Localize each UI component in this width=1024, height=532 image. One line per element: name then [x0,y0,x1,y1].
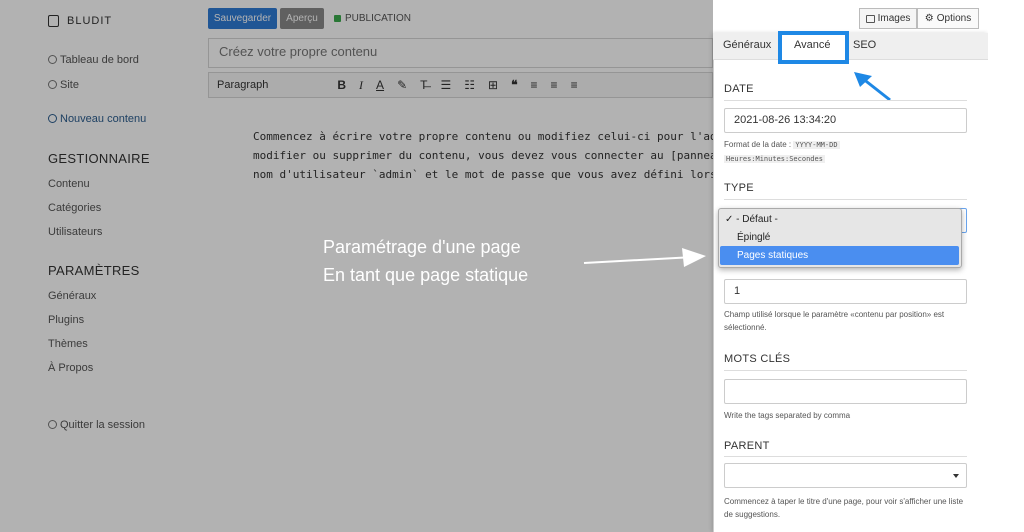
date-label: DATE [724,83,754,95]
parent-help: Commencez à taper le titre d'une page, p… [724,497,964,519]
images-label: Images [877,13,911,24]
image-icon [865,14,875,23]
help-code: Heures:Minutes:Secondes [724,155,825,163]
type-option-default[interactable]: ✓ - Défaut - [725,214,778,225]
keywords-input[interactable] [724,379,967,404]
help-code: YYYY-MM-DD [793,141,840,149]
annotation-line: Paramétrage d'une page [323,237,521,257]
parent-label: PARENT [724,440,770,452]
annotation-line: En tant que page statique [323,265,529,285]
options-button[interactable]: ⚙ Options [917,8,979,29]
annotation-arrow-icon [583,248,706,267]
position-input[interactable]: 1 [724,279,967,304]
keywords-help: Write the tags separated by comma [724,411,851,420]
help-text: Format de la date : [724,140,792,149]
divider [724,199,967,200]
page-margin [988,0,1024,532]
position-help: Champ utilisé lorsque le paramètre «cont… [724,310,945,332]
divider [724,456,967,457]
tab-seo[interactable]: SEO [853,39,876,51]
date-help: Format de la date : YYYY-MM-DD Heures:Min… [724,138,967,166]
options-label: Options [936,13,972,24]
parent-select[interactable] [724,463,967,488]
tab-advanced[interactable]: Avancé [794,39,831,51]
date-input[interactable]: 2021-08-26 13:34:20 [724,108,967,133]
type-option-static[interactable]: Pages statiques [737,250,808,261]
images-button[interactable]: Images [859,8,917,29]
gear-icon: ⚙ [924,13,934,24]
type-option-sticky[interactable]: Épinglé [737,232,770,243]
keywords-label: MOTS CLÉS [724,353,791,365]
chevron-down-icon [953,474,959,478]
tab-general[interactable]: Généraux [723,39,771,51]
annotation-text: Paramétrage d'une page En tant que page … [323,233,528,289]
highlight-arrow-icon [854,72,891,102]
type-label: TYPE [724,182,754,194]
divider [724,370,967,371]
divider [724,100,967,101]
